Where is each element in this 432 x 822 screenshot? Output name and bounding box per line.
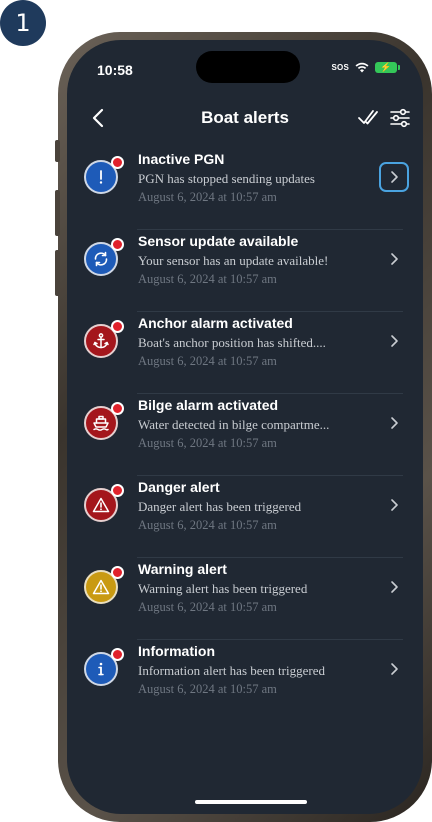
dynamic-island — [196, 51, 300, 83]
alert-title: Bilge alarm activated — [138, 397, 279, 413]
alert-row-anchor-alarm[interactable]: Anchor alarm activated Boat's anchor pos… — [67, 312, 423, 394]
alert-message: Your sensor has an update available! — [138, 253, 329, 268]
chevron-right-icon[interactable] — [379, 162, 409, 192]
alert-message: Boat's anchor position has shifted.... — [138, 335, 326, 350]
unread-dot — [111, 238, 124, 251]
alert-date: August 6, 2024 at 10:57 am — [138, 600, 277, 614]
alert-title: Information — [138, 643, 215, 659]
alert-row-sensor-update[interactable]: Sensor update available Your sensor has … — [67, 230, 423, 312]
status-time: 10:58 — [97, 62, 133, 78]
alert-message: Water detected in bilge compartme... — [138, 417, 330, 432]
sos-indicator: SOS — [331, 63, 349, 72]
alert-row-warning[interactable]: Warning alert Warning alert has been tri… — [67, 558, 423, 640]
chevron-right-icon[interactable] — [379, 654, 409, 684]
phone-action-button — [55, 140, 60, 162]
alert-date: August 6, 2024 at 10:57 am — [138, 190, 277, 204]
alert-title: Danger alert — [138, 479, 220, 495]
nav-bar: Boat alerts — [67, 102, 423, 136]
unread-dot — [111, 156, 124, 169]
unread-dot — [111, 566, 124, 579]
wifi-icon — [355, 62, 369, 73]
unread-dot — [111, 648, 124, 661]
alert-title: Sensor update available — [138, 233, 299, 249]
step-number-badge: 1 — [0, 0, 46, 46]
alert-title: Warning alert — [138, 561, 227, 577]
alert-message: Danger alert has been triggered — [138, 499, 302, 514]
alert-date: August 6, 2024 at 10:57 am — [138, 682, 277, 696]
alert-row-information[interactable]: Information Information alert has been t… — [67, 640, 423, 722]
alert-date: August 6, 2024 at 10:57 am — [138, 272, 277, 286]
chevron-right-icon[interactable] — [379, 244, 409, 274]
phone-frame: 10:58 SOS ⚡ Boat alerts Inactive PGN PGN… — [55, 32, 432, 822]
alert-message: Warning alert has been triggered — [138, 581, 308, 596]
alert-row-bilge-alarm[interactable]: Bilge alarm activated Water detected in … — [67, 394, 423, 476]
mark-all-read-icon[interactable] — [357, 108, 379, 128]
alert-message: Information alert has been triggered — [138, 663, 325, 678]
alert-title: Anchor alarm activated — [138, 315, 293, 331]
phone-volume-up-button — [55, 190, 60, 236]
phone-volume-down-button — [55, 250, 60, 296]
alert-message: PGN has stopped sending updates — [138, 171, 315, 186]
unread-dot — [111, 402, 124, 415]
battery-charging-icon: ⚡ — [375, 62, 400, 73]
phone-screen: 10:58 SOS ⚡ Boat alerts Inactive PGN PGN… — [67, 40, 423, 814]
status-icons: SOS ⚡ — [331, 62, 400, 73]
alert-title: Inactive PGN — [138, 151, 225, 167]
chevron-right-icon[interactable] — [379, 326, 409, 356]
unread-dot — [111, 484, 124, 497]
chevron-right-icon[interactable] — [379, 408, 409, 438]
alert-row-danger[interactable]: Danger alert Danger alert has been trigg… — [67, 476, 423, 558]
home-indicator[interactable] — [195, 800, 307, 804]
filter-sliders-icon[interactable] — [389, 107, 411, 129]
alert-row-inactive-pgn[interactable]: Inactive PGN PGN has stopped sending upd… — [67, 148, 423, 230]
alert-date: August 6, 2024 at 10:57 am — [138, 436, 277, 450]
alert-date: August 6, 2024 at 10:57 am — [138, 354, 277, 368]
chevron-right-icon[interactable] — [379, 490, 409, 520]
alert-date: August 6, 2024 at 10:57 am — [138, 518, 277, 532]
step-number: 1 — [15, 9, 31, 37]
unread-dot — [111, 320, 124, 333]
chevron-right-icon[interactable] — [379, 572, 409, 602]
